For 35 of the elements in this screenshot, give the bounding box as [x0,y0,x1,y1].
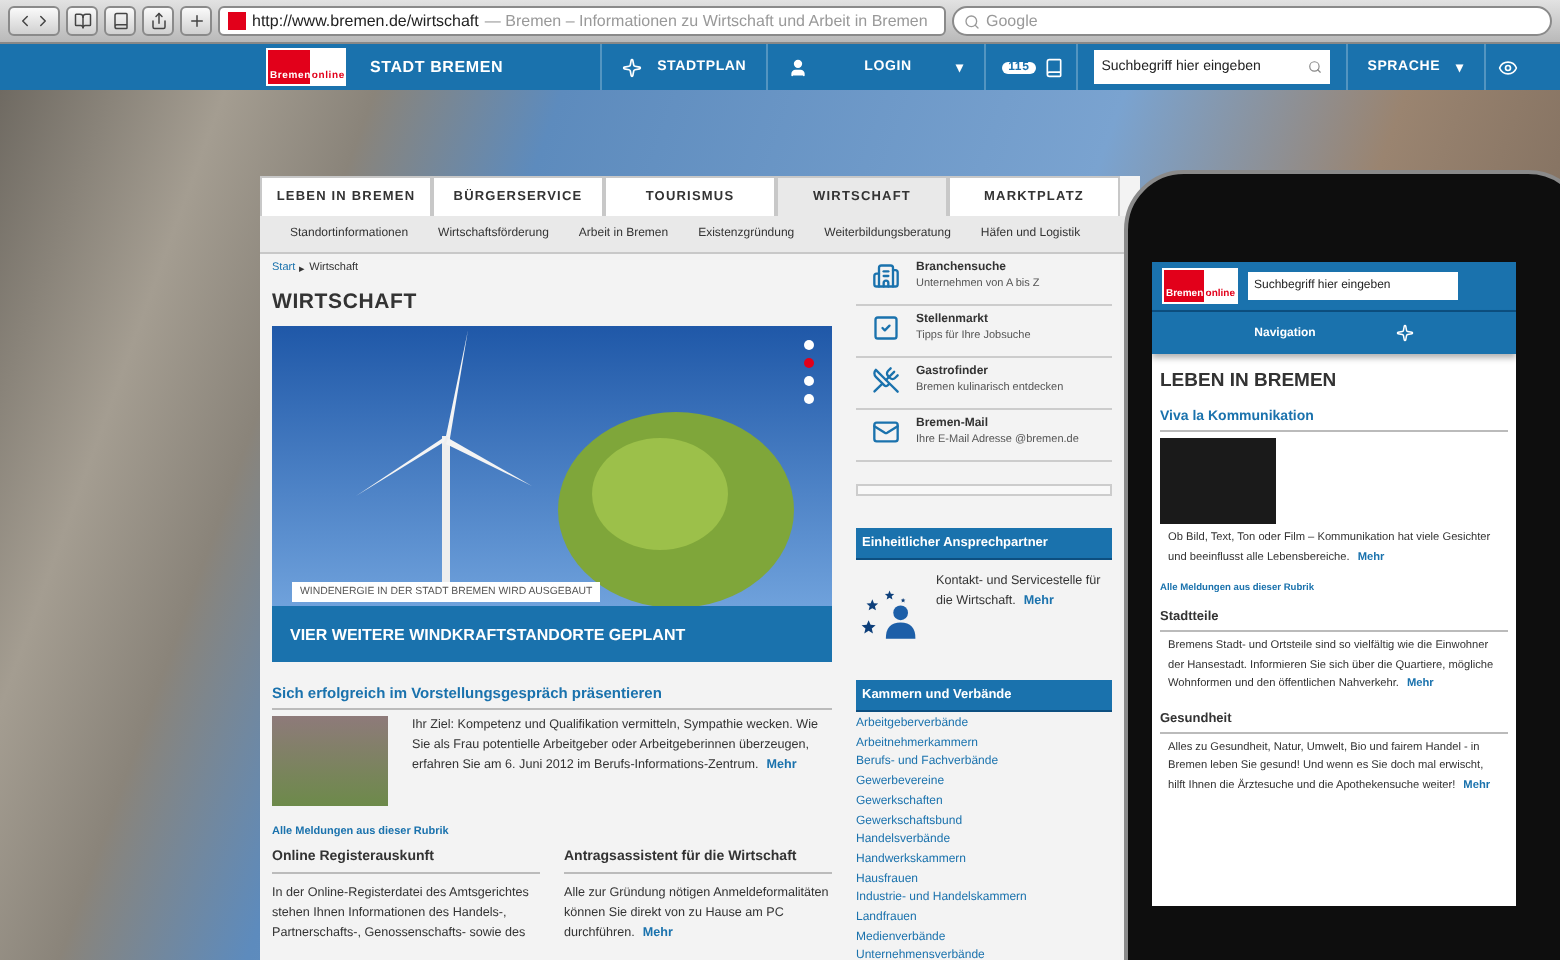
search-icon [964,13,980,29]
back-forward-button[interactable] [8,6,60,36]
sparkle-icon[interactable] [1395,324,1414,342]
photo-placeholder [1160,438,1276,524]
checkbox-icon [872,314,900,342]
favicon-icon [228,12,246,30]
reading-list-button[interactable] [104,6,136,36]
address-bar[interactable]: http://www.bremen.de/wirtschaft — Bremen – Informationen zu Wirtschaft und Arbeit in Bremen [218,6,946,36]
slide-dot[interactable] [804,358,814,368]
browser-search-field[interactable]: Google [952,6,1552,36]
buildings-icon [872,262,900,290]
share-button[interactable] [142,6,174,36]
sparkle-icon [621,57,642,77]
page-title: WIRTSCHAFT [272,290,419,314]
envelope-icon [872,418,900,446]
site-name: STADT BREMEN [370,58,504,76]
forward-icon [34,12,52,30]
cutlery-icon [872,366,900,394]
slide-dot[interactable] [804,394,814,404]
hero-headline: VIER WEITERE WINDKRAFTSTANDORTE GEPLANT [272,606,832,662]
phone-page-title: LEBEN IN BREMEN [1160,370,1339,392]
slide-dot[interactable] [804,376,814,386]
back-icon [16,12,34,30]
slide-dot[interactable] [804,340,814,350]
share-icon [149,12,167,30]
book-icon[interactable] [1043,57,1064,77]
book-icon [111,12,129,30]
bookmarks-button[interactable] [66,6,98,36]
photo-placeholder [272,716,388,806]
user-icon [788,57,809,77]
search-icon [1307,60,1322,74]
plus-button[interactable] [180,6,212,36]
plus-icon [187,12,205,30]
eye-icon[interactable] [1498,57,1519,77]
open-book-icon [73,12,91,30]
